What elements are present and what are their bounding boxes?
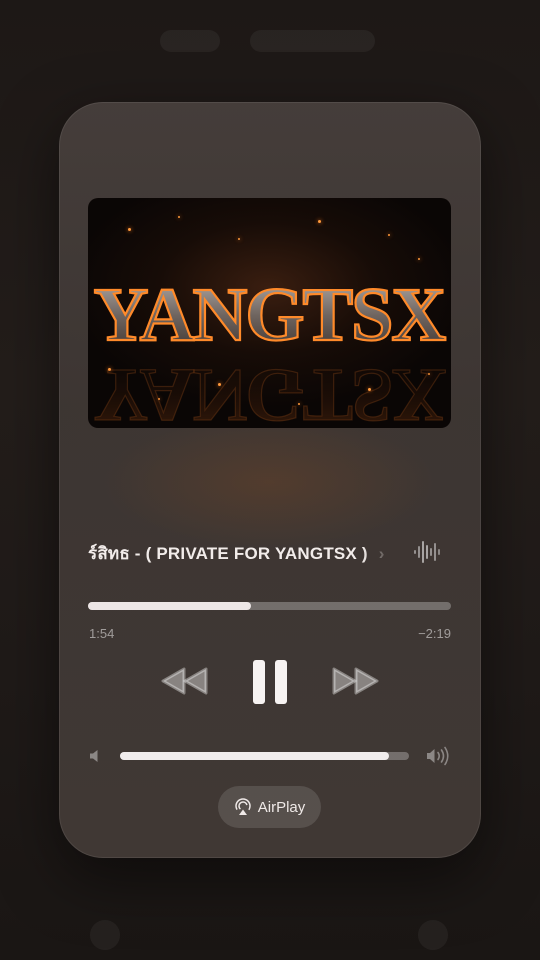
song-title-text: ร์สิทธ - ( PRIVATE FOR YANGTSX ) xyxy=(88,544,368,563)
playback-progress-bar[interactable] xyxy=(88,602,451,610)
waveform-icon[interactable] xyxy=(413,538,441,566)
pause-icon[interactable] xyxy=(251,658,289,706)
background-blur-element xyxy=(160,30,220,52)
elapsed-time: 1:54 xyxy=(89,626,115,641)
speaker-low-icon xyxy=(90,750,98,762)
background-blur-element xyxy=(250,30,375,52)
now-playing-card: YANGTSX YANGTSX ร์สิทธ - ( PRIVATE FOR Y… xyxy=(59,102,481,858)
album-artwork[interactable]: YANGTSX YANGTSX xyxy=(88,198,451,428)
playback-controls xyxy=(59,656,481,706)
playback-progress-fill xyxy=(88,602,252,610)
artwork-logo-text: YANGTSX xyxy=(94,273,446,357)
song-title[interactable]: ร์สิทธ - ( PRIVATE FOR YANGTSX ) › xyxy=(88,540,400,564)
volume-row xyxy=(88,744,451,768)
airplay-label: AirPlay xyxy=(257,798,306,816)
artwork-logo: YANGTSX YANGTSX xyxy=(93,272,449,428)
airplay-icon xyxy=(234,798,251,815)
song-title-overflow: › xyxy=(378,544,385,563)
volume-slider-fill xyxy=(120,752,389,760)
airplay-button[interactable]: AirPlay xyxy=(218,786,321,828)
remaining-time: −2:19 xyxy=(418,626,451,641)
volume-slider[interactable] xyxy=(120,752,409,760)
artwork-logo-reflection: YANGTSX xyxy=(94,353,446,428)
card-glow xyxy=(59,402,481,602)
fast-forward-icon[interactable] xyxy=(330,666,380,696)
background-blur-element xyxy=(418,920,448,950)
song-title-row[interactable]: ร์สิทธ - ( PRIVATE FOR YANGTSX ) › xyxy=(88,538,451,566)
speaker-high-icon xyxy=(427,746,449,766)
rewind-icon[interactable] xyxy=(160,666,210,696)
background-blur-element xyxy=(90,920,120,950)
